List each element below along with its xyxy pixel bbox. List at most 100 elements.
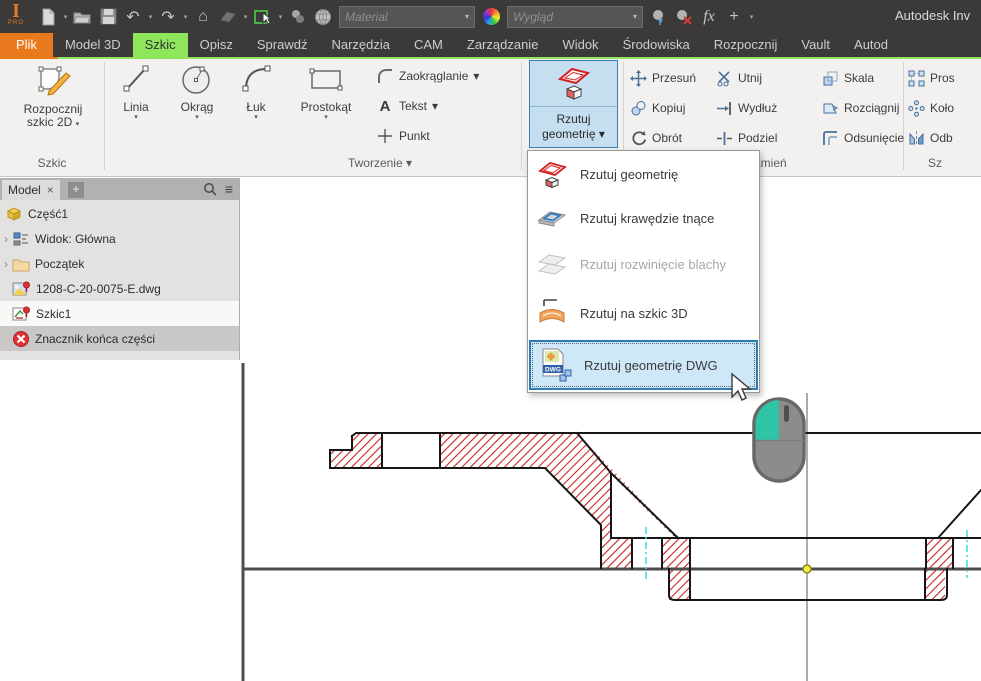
color-wheel-icon[interactable] xyxy=(479,5,503,29)
search-icon[interactable] xyxy=(203,182,217,196)
tree-item-label: Znacznik końca części xyxy=(35,332,155,346)
tree-item-end-of-part-marker[interactable]: Znacznik końca części xyxy=(0,326,239,351)
appearance-combobox-caret-icon[interactable]: ▾ xyxy=(633,12,637,21)
tab-sprawdz[interactable]: Sprawdź xyxy=(245,33,320,57)
menu-item-rzutuj-na-szkic-3d[interactable]: Rzutuj na szkic 3D xyxy=(528,288,759,338)
tab-rozpocznij[interactable]: Rozpocznij xyxy=(702,33,790,57)
group-label-szkic[interactable]: Szkic xyxy=(0,156,104,170)
view-icon xyxy=(12,231,30,247)
ribbon-button-punkt[interactable]: Punkt xyxy=(376,124,430,148)
tab-szkic[interactable]: Szkic xyxy=(133,33,188,57)
redo-icon[interactable]: ↷ xyxy=(156,5,180,29)
tab-srodowiska[interactable]: Środowiska xyxy=(611,33,702,57)
undo-caret-icon[interactable]: ▾ xyxy=(146,13,155,21)
ribbon-button-kopiuj[interactable]: Kopiuj xyxy=(630,96,685,120)
browser-tab-model[interactable]: Model × xyxy=(2,180,60,200)
tab-model-3d[interactable]: Model 3D xyxy=(53,33,133,57)
zaokraglanie-caret-icon: ▾ xyxy=(473,69,479,83)
dwg-underlay-lines[interactable] xyxy=(243,363,981,681)
sketch-view-caret-icon[interactable]: ▾ xyxy=(241,13,250,21)
menu-item-rzutuj-geometrie[interactable]: Rzutuj geometrię xyxy=(528,153,759,195)
section-outline[interactable] xyxy=(330,433,981,600)
end-marker-icon xyxy=(12,330,30,348)
ribbon-button-odbicie[interactable]: Odb xyxy=(908,126,953,150)
tab-plik[interactable]: Plik xyxy=(0,33,53,57)
open-icon[interactable] xyxy=(71,5,95,29)
material-combobox-caret-icon[interactable]: ▾ xyxy=(465,12,469,21)
close-icon[interactable]: × xyxy=(47,183,54,197)
project-geometry-button[interactable]: Rzutuj geometrię ▾ xyxy=(529,60,618,148)
tab-narzedzia[interactable]: Narzędzia xyxy=(319,33,402,57)
origin-point[interactable] xyxy=(803,565,811,573)
tree-item-dwg[interactable]: 1208-C-20-0075-E.dwg xyxy=(0,276,239,301)
ribbon-button-odsuniecie[interactable]: Odsunięcie xyxy=(822,126,904,150)
tree-item-view[interactable]: › Widok: Główna xyxy=(0,226,239,251)
select-tool-icon[interactable] xyxy=(251,5,275,29)
group-label-tworzenie[interactable]: Tworzenie ▾ xyxy=(300,156,460,170)
trim-icon xyxy=(716,70,733,87)
tab-zarzadzanie[interactable]: Zarządzanie xyxy=(455,33,551,57)
mouse-overlay xyxy=(751,396,809,486)
undo-icon[interactable]: ↶ xyxy=(121,5,145,29)
ribbon-button-skala[interactable]: Skala xyxy=(822,66,874,90)
hole-centerlines[interactable] xyxy=(646,527,967,580)
clear-appearance-icon[interactable] xyxy=(672,5,696,29)
tree-item-label: Początek xyxy=(35,257,84,271)
ribbon-button-linia[interactable]: Linia ▾ xyxy=(110,61,162,122)
menu-item-rzutuj-krawedzie-tnace[interactable]: Rzutuj krawędzie tnące xyxy=(528,195,759,241)
ribbon-button-szyk-prostokatny[interactable]: Pros xyxy=(908,66,955,90)
ribbon-button-obrot[interactable]: Obrót xyxy=(630,126,682,150)
text-icon: A xyxy=(376,98,394,115)
start-2d-sketch-label-line1: Rozpocznij xyxy=(24,102,83,116)
ribbon-button-prostokat[interactable]: Prostokąt ▾ xyxy=(286,61,366,122)
select-tool-caret-icon[interactable]: ▾ xyxy=(276,13,285,21)
tab-widok[interactable]: Widok xyxy=(550,33,610,57)
browser-header: Model × + ≡ xyxy=(0,178,239,200)
tree-item-part[interactable]: Część1 xyxy=(0,201,239,226)
home-icon[interactable]: ⌂ xyxy=(191,5,215,29)
stretch-icon xyxy=(822,100,839,117)
sketch-view-icon[interactable] xyxy=(216,5,240,29)
menu-item-rzutuj-geometrie-dwg[interactable]: DWG Rzutuj geometrię DWG xyxy=(529,340,758,390)
parameters-fx-icon[interactable]: fx xyxy=(697,5,721,29)
tab-autodesk[interactable]: Autod xyxy=(842,33,900,57)
ribbon-button-podziel[interactable]: Podziel xyxy=(716,126,777,150)
save-icon[interactable] xyxy=(96,5,120,29)
ribbon-button-utnij[interactable]: Utnij xyxy=(716,66,762,90)
tree-item-origin-folder[interactable]: › Początek xyxy=(0,251,239,276)
part-icon xyxy=(5,205,23,223)
ribbon-button-wydluz[interactable]: Wydłuż xyxy=(716,96,777,120)
tab-vault[interactable]: Vault xyxy=(789,33,842,57)
add-browser-tab-button[interactable]: + xyxy=(68,182,84,198)
start-2d-sketch-button[interactable]: Rozpocznij szkic 2D ▾ xyxy=(4,61,102,129)
new-file-icon[interactable] xyxy=(36,5,60,29)
material-combobox[interactable]: Material ▾ xyxy=(339,6,475,28)
add-toolbar-icon[interactable]: + xyxy=(722,5,746,29)
expand-chevron-icon[interactable]: › xyxy=(0,257,12,271)
ribbon-button-label: Tekst xyxy=(399,99,427,113)
circular-pattern-icon xyxy=(908,100,925,117)
tab-opisz[interactable]: Opisz xyxy=(188,33,245,57)
ribbon-button-tekst[interactable]: A Tekst ▾ xyxy=(376,94,438,118)
material-spheres-icon[interactable] xyxy=(286,5,310,29)
globe-icon[interactable] xyxy=(311,5,335,29)
redo-caret-icon[interactable]: ▾ xyxy=(181,13,190,21)
appearance-combobox[interactable]: Wygląd ▾ xyxy=(507,6,643,28)
ribbon-button-okrag[interactable]: Okrąg ▾ xyxy=(168,61,226,122)
group-label-szyk[interactable]: Sz xyxy=(928,156,978,170)
adjust-appearance-icon[interactable] xyxy=(647,5,671,29)
ribbon-button-luk[interactable]: Łuk ▾ xyxy=(232,61,280,122)
ribbon-button-przesun[interactable]: Przesuń xyxy=(630,66,696,90)
ribbon-tab-bar: Plik Model 3D Szkic Opisz Sprawdź Narzęd… xyxy=(0,33,981,57)
expand-chevron-icon[interactable]: › xyxy=(0,232,12,246)
ribbon-button-rozciagnij[interactable]: Rozciągnij xyxy=(822,96,899,120)
ribbon-button-zaokraglanie[interactable]: Zaokrąglanie ▾ xyxy=(376,64,479,88)
ribbon-button-szyk-kolowy[interactable]: Koło xyxy=(908,96,954,120)
hamburger-menu-icon[interactable]: ≡ xyxy=(225,181,233,197)
tab-cam[interactable]: CAM xyxy=(402,33,455,57)
groove-void xyxy=(612,476,674,537)
new-file-caret-icon[interactable]: ▾ xyxy=(61,13,70,21)
tree-item-sketch1[interactable]: Szkic1 xyxy=(0,301,239,326)
toolbar-options-caret-icon[interactable]: ▾ xyxy=(747,13,756,21)
project-geometry-icon xyxy=(554,64,594,104)
